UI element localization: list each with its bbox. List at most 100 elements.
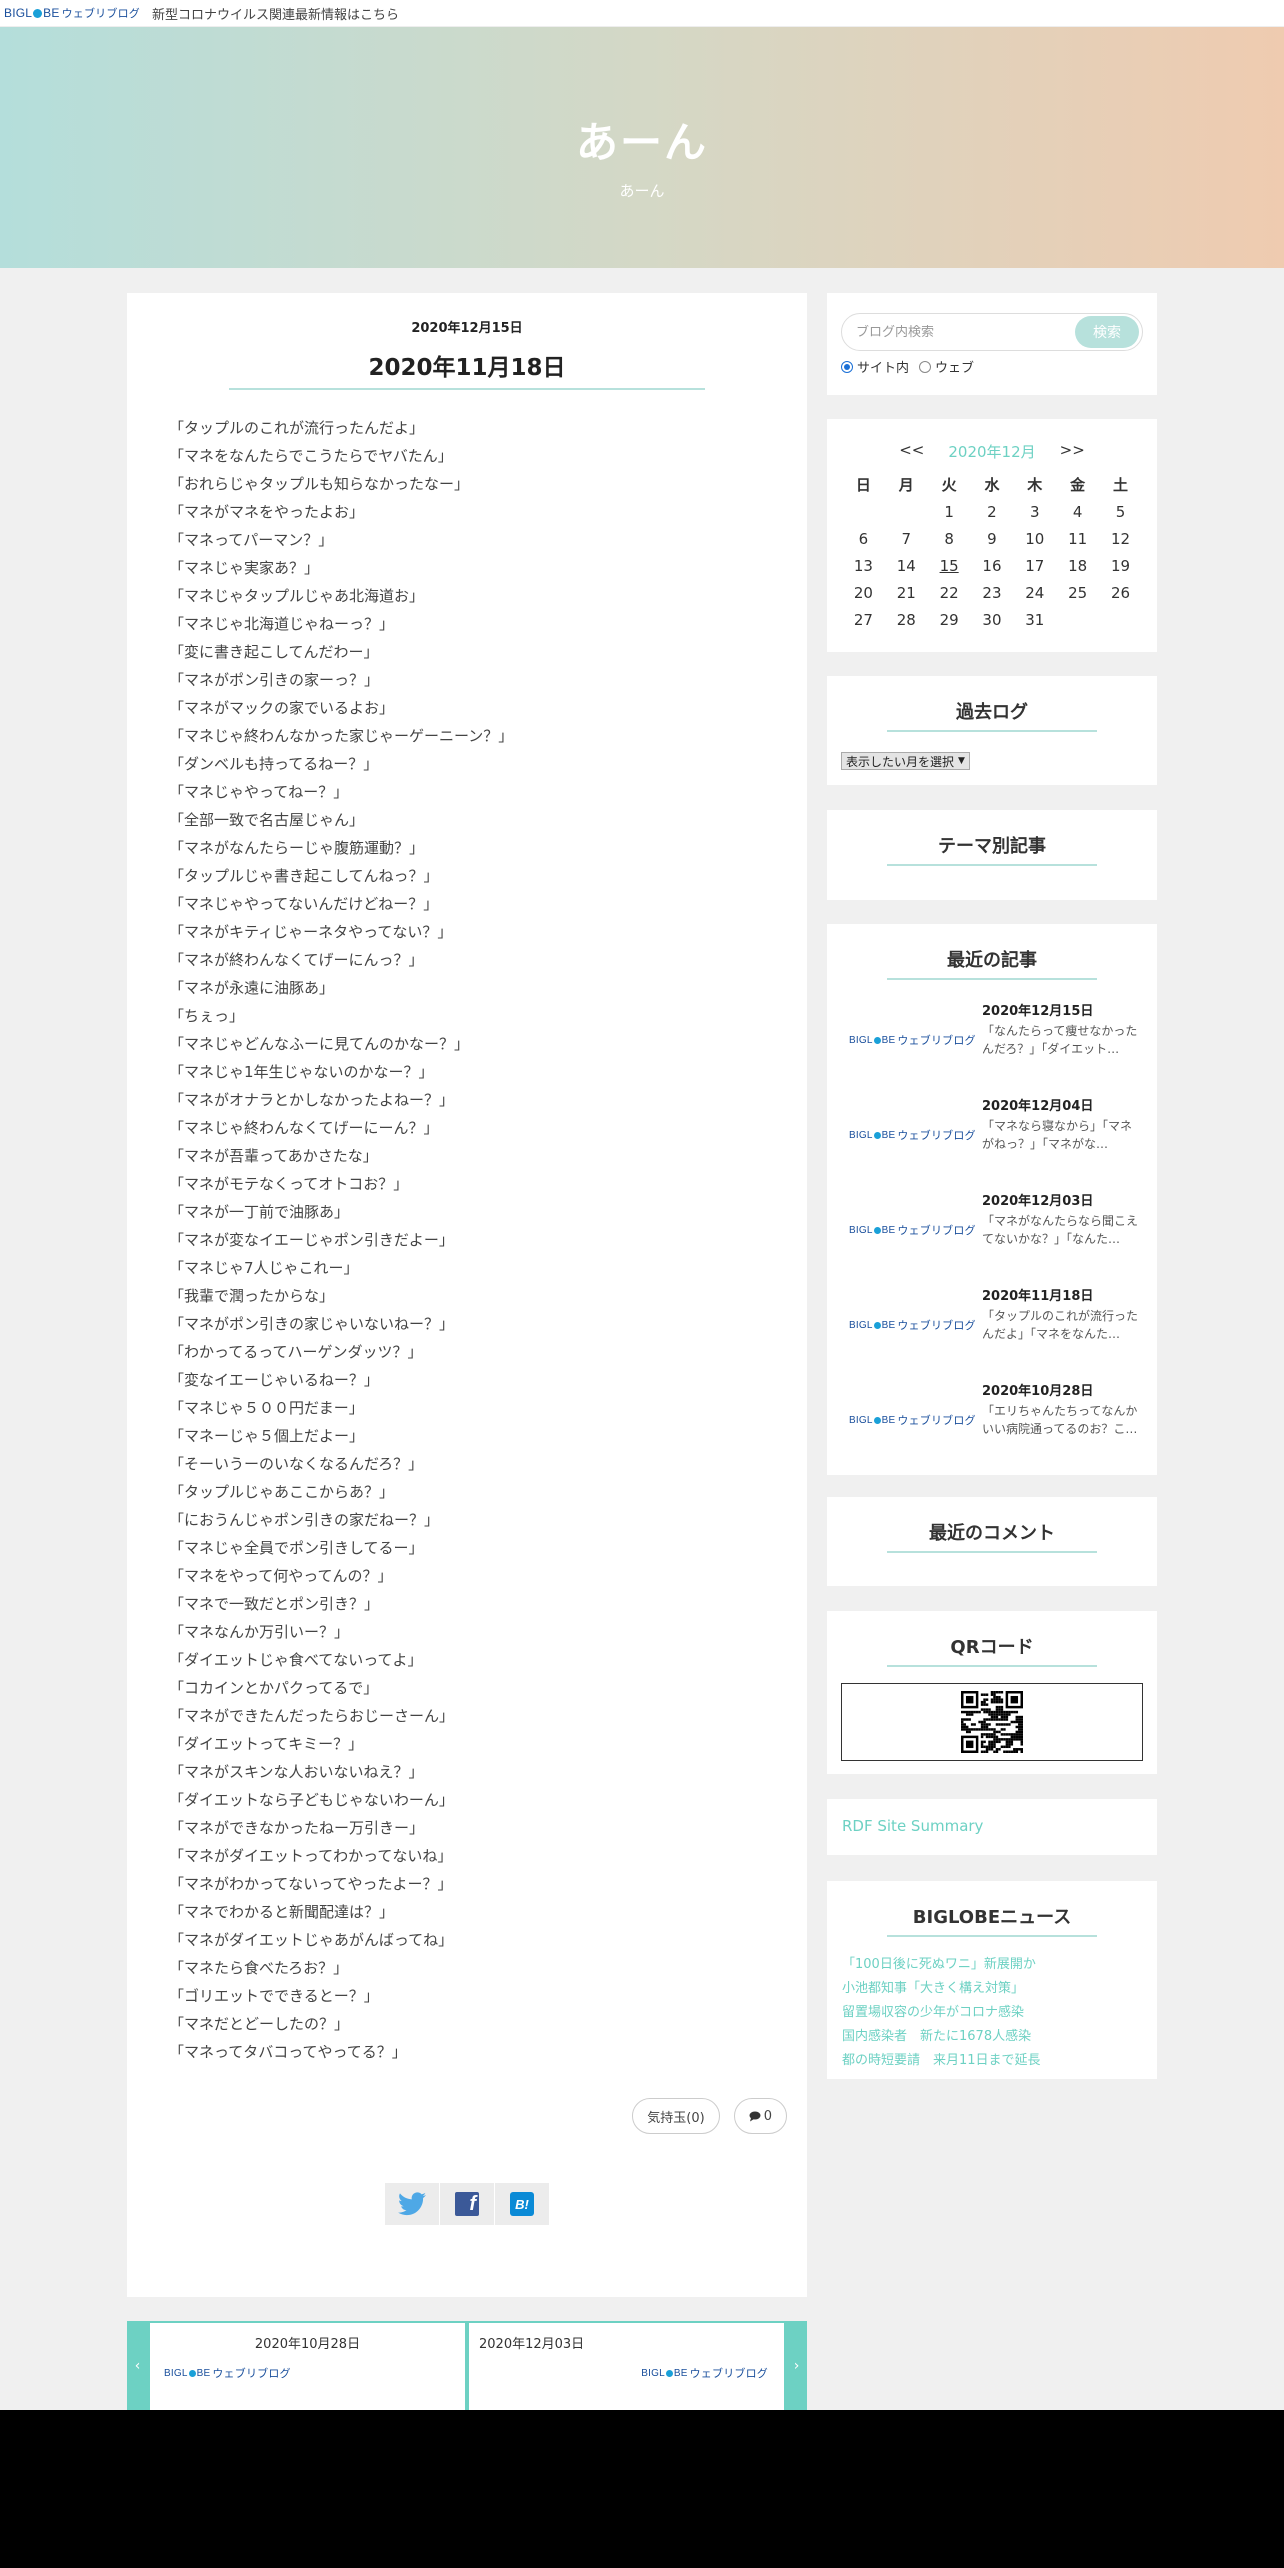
calendar-day[interactable]: 15 (928, 552, 971, 579)
article-line: 「タップルじゃ書き起こしてんねっ？」 (169, 867, 439, 885)
search-widget: 検索 サイト内 ウェブ (827, 293, 1157, 395)
calendar-day: 20 (853, 583, 873, 602)
facebook-icon: f (455, 2192, 479, 2216)
comment-count-button[interactable]: 0 (733, 2098, 787, 2134)
recent-thumb-logo: BIGL BE ウェブリブログ (849, 1034, 976, 1048)
search-scope: サイト内 ウェブ (841, 357, 1143, 376)
radio-site[interactable] (841, 360, 853, 373)
share-buttons: f B! (385, 2183, 550, 2225)
article-line: 「マネってタバコってやってる？」 (169, 2043, 407, 2061)
article-title[interactable]: 2020年11月18日 (229, 348, 705, 390)
recent-article-excerpt: 「なんたらって痩せなかったんだろ？」「ダイエット… (982, 1024, 1138, 1056)
article-line: 「マネじゃ終わんなかった家じゃーゲーニーン？」 (169, 727, 514, 745)
calendar-month-link[interactable]: 2020年12月 (948, 441, 1035, 462)
calendar-day: 7 (901, 529, 912, 548)
recent-article-item[interactable]: BIGL BE ウェブリブログ 2020年11月18日「タップルのこれが流行ったんだよ… (827, 1273, 1157, 1368)
prev-article-link[interactable]: 2020年10月28日 BIGL BE ウェブリブログ (148, 2321, 467, 2410)
recent-thumb-logo: BIGL BE ウェブリブログ (849, 1319, 976, 1333)
article-line: 「マネがスキンな人おいないねえ？」 (169, 1763, 424, 1781)
twitter-share-button[interactable] (385, 2183, 440, 2225)
article-line: 「マネがダイエットってわかってないね」 (169, 1847, 453, 1865)
article-line: 「マネじゃ7人じゃこれー」 (169, 1259, 359, 1277)
calendar-day: 11 (1068, 529, 1088, 548)
recent-article-excerpt: 「タップルのこれが流行ったんだよ」「マネをなんた… (982, 1309, 1139, 1341)
article-line: 「マネがわかってないってやったよー？」 (169, 1875, 453, 1893)
theme-widget: テーマ別記事 (827, 810, 1157, 900)
news-link[interactable]: 「100日後に死ぬワニ」新展開か (842, 1953, 1157, 1977)
search-input[interactable] (856, 324, 1075, 340)
article-line: 「マネが吾輩ってあかさたな」 (169, 1147, 378, 1165)
article-line: 「マネができたんだったらおじーさーん」 (169, 1707, 455, 1725)
theme-title: テーマ別記事 (887, 832, 1097, 866)
archive-month-select[interactable]: 表示したい月を選択 ▼ (841, 752, 970, 770)
recent-article-item[interactable]: BIGL BE ウェブリブログ 2020年10月28日 「エリちゃんたちってなんかいい病… (827, 1368, 1157, 1463)
calendar-day: 2 (987, 502, 997, 521)
recent-article-excerpt: 「エリちゃんたちってなんかいい病院通ってるのお？こ… (982, 1404, 1138, 1436)
calendar-day: 17 (1025, 556, 1045, 575)
calendar-prev-link[interactable]: << (899, 441, 924, 462)
calendar-header: << 2020年12月 >> (827, 441, 1157, 462)
calendar-day: 3 (1030, 502, 1040, 521)
calendar-weekday: 土 (1113, 476, 1129, 494)
article-line: 「マネがポン引きの家じゃいないねー？」 (169, 1315, 455, 1333)
article-line: 「わかってるってハーゲンダッツ？」 (169, 1343, 423, 1361)
article-line: 「ちぇっ」 (169, 1007, 245, 1025)
next-article-link[interactable]: 2020年12月03日 BIGL BE ウェブリブログ (467, 2321, 786, 2410)
recent-article-date: 2020年11月18日 (982, 1289, 1094, 1304)
calendar-day: 18 (1068, 556, 1088, 575)
rdf-link[interactable]: RDF Site Summary (827, 1799, 1157, 1855)
recent-article-excerpt: 「マネなら寝なから」「マネがねっ？」「マネがな… (982, 1119, 1133, 1151)
article-line: 「マネじゃどんなふーに見てんのかなー？」 (169, 1035, 470, 1053)
calendar-day: 24 (1025, 583, 1045, 602)
radio-web[interactable] (919, 360, 932, 373)
facebook-share-button[interactable]: f (440, 2183, 495, 2225)
article-line: 「マネが永遠に油豚あ」 (169, 979, 335, 997)
calendar-day (842, 498, 885, 525)
recent-title: 最近の記事 (887, 946, 1097, 980)
calendar-weekday: 日 (855, 476, 871, 494)
recent-article-date: 2020年12月04日 (982, 1099, 1094, 1114)
article-line: 「マネじゃ全員でポン引きしてるー」 (169, 1539, 424, 1557)
calendar-day: 5 (1115, 502, 1126, 521)
corona-notice-link[interactable]: 新型コロナウイルス関連最新情報はこちら (152, 4, 399, 23)
article-line: 「変に書き起こしてんだわー」 (169, 643, 379, 661)
recent-article-item[interactable]: BIGL BE ウェブリブログ 2020年12月03日 「マネがなんたらなら聞こえてない… (827, 1178, 1157, 1273)
calendar-day: 25 (1068, 583, 1088, 602)
news-link[interactable]: 都の時短要請 来月11日まで延長 (842, 2049, 1157, 2073)
calendar-day: 26 (1110, 583, 1131, 602)
article-line: 「タップルじゃあここからあ？」 (169, 1483, 395, 1501)
archive-widget: 過去ログ 表示したい月を選択 ▼ (827, 676, 1157, 785)
calendar-widget: << 2020年12月 >> 日月火水木金土 1 2 3 4 5 6 7 8 9 10 11 12 13 1… (827, 419, 1157, 652)
news-link[interactable]: 留置場収容の少年がコロナ感染 (842, 2001, 1157, 2025)
recent-thumb-logo: BIGL BE ウェブリブログ (849, 1414, 976, 1428)
biglobe-logo[interactable]: BIGL BE ウェブリブログ (4, 5, 140, 21)
recent-article-item[interactable]: BIGL BE ウェブリブログ 2020年12月15日 「なんたらって痩せなかったんだろ… (827, 988, 1157, 1083)
search-box: 検索 (841, 313, 1143, 351)
article-line: 「マネができなかったねー万引きー」 (169, 1819, 425, 1837)
calendar-day: 13 (853, 556, 873, 575)
calendar-day: 27 (853, 610, 873, 629)
top-bar: BIGL BE ウェブリブログ 新型コロナウイルス関連最新情報はこちら (0, 0, 1284, 27)
kimochi-button[interactable]: 気持玉(0) (632, 2098, 720, 2134)
news-link[interactable]: 国内感染者 新たに1678人感染 (842, 2025, 1157, 2049)
article-body: 「タップルのこれが流行ったんだよ」 「マネをなんたらでこうたらでヤバたん」 「おれら… (127, 414, 807, 2066)
calendar-day: 6 (858, 529, 869, 548)
page: BIGL BE ウェブリブログ 新型コロナウイルス関連最新情報はこちら あーん あー… (0, 0, 1284, 2410)
recent-comments-widget: 最近のコメント (827, 1497, 1157, 1586)
calendar-grid: 日月火水木金土 1 2 3 4 5 6 7 8 9 10 11 12 13 14 15 16 17 18 19 20 21… (842, 471, 1142, 633)
next-arrow-icon[interactable]: › (786, 2321, 807, 2410)
prev-thumb-logo: BIGL BE ウェブリブログ (164, 2367, 291, 2381)
article-line: 「我輩で潤ったからな」 (169, 1287, 335, 1305)
search-button[interactable]: 検索 (1075, 316, 1139, 348)
article-line: 「マネなんか万引いー？」 (169, 1623, 350, 1641)
news-link[interactable]: 小池都知事「大きく構え対策」 (842, 1977, 1157, 2001)
blog-title[interactable]: あーん (0, 109, 1284, 170)
hatena-share-button[interactable]: B! (495, 2183, 550, 2225)
calendar-weekday: 水 (984, 476, 1000, 494)
recent-list: BIGL BE ウェブリブログ 2020年12月15日 「なんたらって痩せなかったんだろ… (827, 988, 1157, 1463)
calendar-next-link[interactable]: >> (1060, 441, 1085, 462)
article-line: 「マネがマネをやったよお」 (169, 503, 365, 521)
prev-arrow-icon[interactable]: ‹ (127, 2321, 148, 2410)
article-line: 「ダイエットなら子どもじゃないわーん」 (169, 1791, 454, 1809)
recent-article-item[interactable]: BIGL BE ウェブリブログ 2020年12月04日 「マネなら寝なから」「マネがねっ… (827, 1083, 1157, 1178)
